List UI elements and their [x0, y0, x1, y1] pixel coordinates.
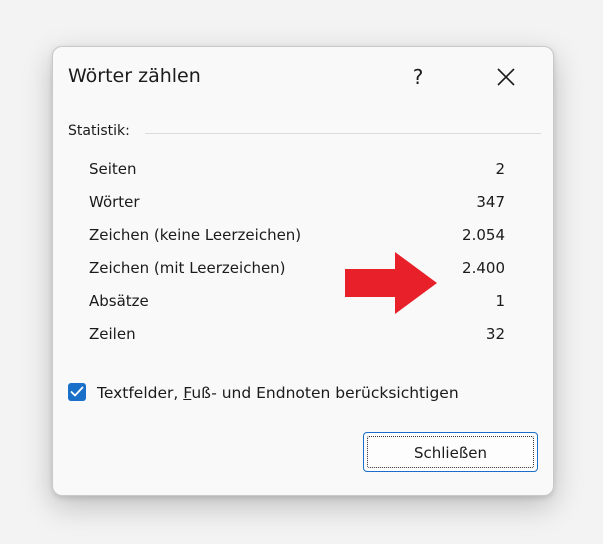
stat-label: Wörter	[89, 193, 140, 211]
stat-label: Absätze	[89, 292, 149, 310]
stat-value: 347	[476, 193, 505, 211]
help-button[interactable]: ?	[398, 57, 438, 97]
stat-value: 2.054	[462, 226, 505, 244]
stat-row-chars-no-spaces: Zeichen (keine Leerzeichen) 2.054	[89, 219, 505, 252]
stat-label: Seiten	[89, 160, 137, 178]
close-icon	[497, 68, 515, 86]
stat-value: 2.400	[462, 259, 505, 277]
option-label-start: Textfelder,	[97, 384, 184, 402]
close-dialog-button[interactable]	[486, 57, 526, 97]
option-label-end: uß- und Endnoten berücksichtigen	[191, 384, 459, 402]
close-button[interactable]: Schließen	[363, 432, 538, 472]
include-textboxes-checkbox[interactable]	[68, 383, 86, 401]
word-count-dialog: Wörter zählen ? Statistik: Seiten 2 Wört…	[52, 46, 554, 496]
stat-row-pages: Seiten 2	[89, 153, 505, 186]
stat-value: 1	[495, 292, 505, 310]
stat-label: Zeichen (mit Leerzeichen)	[89, 259, 286, 277]
statistics-label: Statistik:	[68, 123, 130, 139]
stat-row-lines: Zeilen 32	[89, 318, 505, 351]
arrow-right-icon	[345, 252, 437, 314]
stat-row-paragraphs: Absätze 1	[89, 285, 505, 318]
statistics-list: Seiten 2 Wörter 347 Zeichen (keine Leerz…	[89, 160, 505, 351]
checkmark-icon	[70, 386, 84, 397]
stat-row-chars-with-spaces: Zeichen (mit Leerzeichen) 2.400	[89, 252, 505, 285]
stat-row-words: Wörter 347	[89, 186, 505, 219]
stat-label: Zeichen (keine Leerzeichen)	[89, 226, 302, 244]
include-textboxes-label: Textfelder, Fuß- und Endnoten berücksich…	[97, 381, 459, 405]
dialog-title: Wörter zählen	[68, 65, 201, 87]
section-divider	[145, 133, 541, 134]
stat-value: 2	[495, 160, 505, 178]
stat-label: Zeilen	[89, 325, 136, 343]
close-button-label: Schließen	[367, 436, 534, 468]
stat-value: 32	[485, 325, 505, 343]
